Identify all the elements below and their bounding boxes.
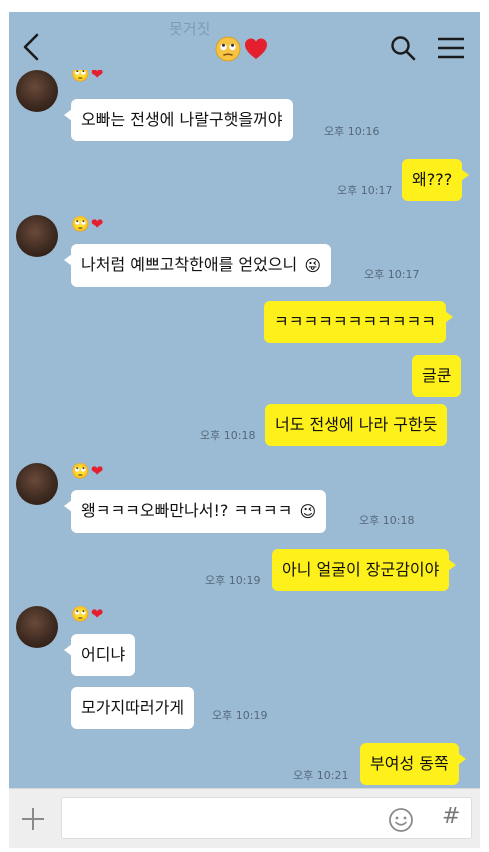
- red-heart-icon: [245, 38, 267, 59]
- sender-name: 🙄 ❤: [71, 605, 103, 623]
- message-bubble[interactable]: 왱ㅋㅋㅋ오빠만나서!? ㅋㅋㅋㅋ 😉: [63, 490, 327, 533]
- message-input-bar: #: [9, 788, 480, 848]
- contact-avatar[interactable]: [16, 463, 58, 505]
- sender-emoji-heart: ❤: [90, 215, 104, 233]
- chat-header: 못거짓: [9, 12, 480, 78]
- sender-emoji-heart: ❤: [90, 70, 104, 83]
- chat-screen: 못거짓 🙄 ❤ 오빠는 전생에 나랄구햇을꺼야 오후 10:16 오후 10:1…: [9, 12, 480, 848]
- back-arrow-icon[interactable]: [19, 32, 45, 62]
- plus-icon[interactable]: [19, 805, 47, 833]
- message-time: 오후 10:19: [212, 709, 268, 722]
- search-icon[interactable]: [389, 34, 417, 62]
- winking-tongue-emoji: 😜: [304, 255, 322, 275]
- message-bubble[interactable]: 나처럼 예쁘고착한애를 얻었으니 😜: [63, 244, 332, 287]
- sender-emoji-eyeroll: 🙄: [71, 605, 90, 623]
- my-message-bubble[interactable]: 글쿤: [412, 355, 462, 397]
- sender-emoji-heart: ❤: [90, 462, 104, 480]
- my-message-bubble[interactable]: 아니 얼굴이 장군감이야: [272, 549, 457, 591]
- my-message-bubble[interactable]: 부여성 동쪽: [360, 743, 466, 785]
- message-time: 오후 10:17: [337, 184, 393, 197]
- faded-header-text: 못거짓: [169, 20, 211, 38]
- eye-roll-emoji-icon: [215, 36, 241, 62]
- my-message-bubble[interactable]: 왜???: [402, 159, 470, 201]
- sender-emoji-eyeroll: 🙄: [71, 215, 90, 233]
- my-message-bubble[interactable]: ㅋㅋㅋㅋㅋㅋㅋㅋㅋㅋㅋ: [264, 301, 453, 343]
- menu-icon[interactable]: [436, 36, 466, 60]
- chat-title: [215, 36, 269, 62]
- message-time: 오후 10:16: [324, 125, 380, 138]
- message-input[interactable]: #: [61, 797, 472, 839]
- hash-icon[interactable]: #: [442, 804, 460, 829]
- my-message-bubble[interactable]: 너도 전생에 나라 구한듯: [265, 404, 448, 446]
- message-time: 오후 10:17: [364, 268, 420, 281]
- message-time: 오후 10:19: [205, 574, 261, 587]
- message-bubble[interactable]: 어디냐: [63, 634, 136, 676]
- message-time: 오후 10:18: [200, 429, 256, 442]
- sender-name: 🙄 ❤: [71, 462, 103, 480]
- message-time: 오후 10:18: [359, 514, 415, 527]
- sender-emoji-eyeroll: 🙄: [71, 70, 90, 83]
- message-bubble[interactable]: 모가지따러가게: [71, 687, 195, 729]
- sender-emoji-heart: ❤: [90, 605, 104, 623]
- sender-name: 🙄 ❤: [71, 215, 103, 233]
- winking-emoji: 😉: [299, 501, 317, 521]
- emoticon-icon[interactable]: [388, 807, 414, 833]
- contact-avatar[interactable]: [16, 606, 58, 648]
- message-time: 오후 10:21: [293, 769, 349, 782]
- contact-avatar[interactable]: [16, 215, 58, 257]
- sender-name: 🙄 ❤: [71, 70, 103, 84]
- contact-avatar[interactable]: [16, 70, 58, 112]
- message-bubble[interactable]: 오빠는 전생에 나랄구햇을꺼야: [64, 99, 293, 141]
- sender-emoji-eyeroll: 🙄: [71, 462, 90, 480]
